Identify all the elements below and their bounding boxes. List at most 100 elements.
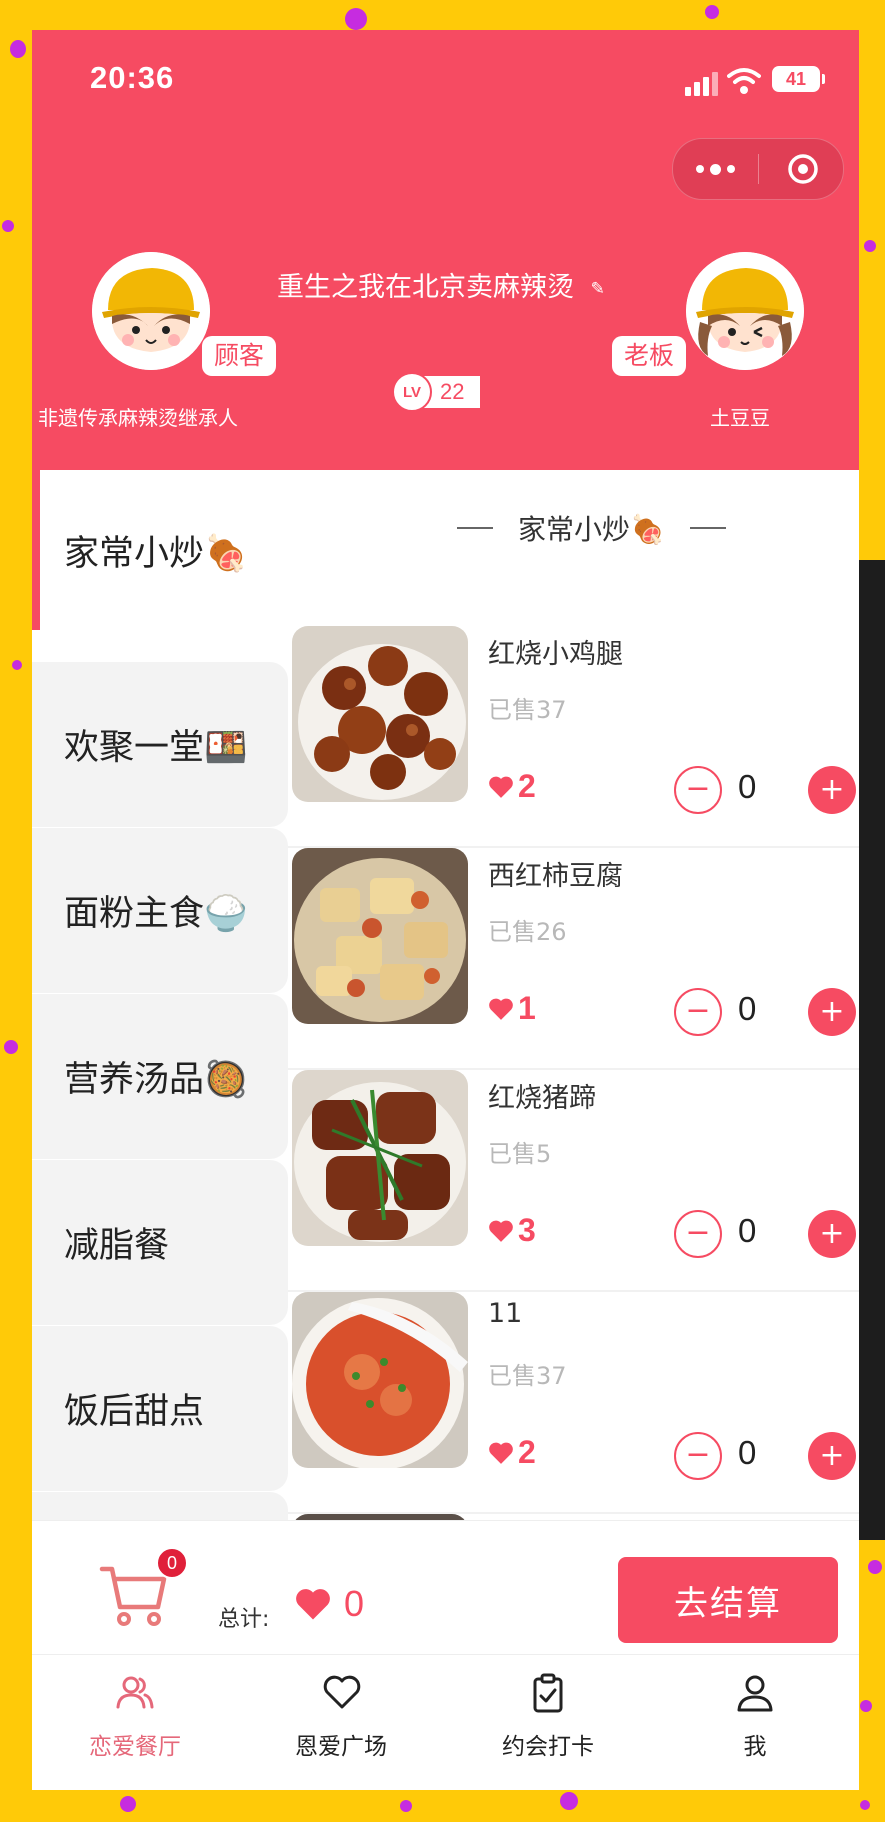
heart-icon	[296, 1589, 330, 1620]
user-icon	[737, 1675, 773, 1712]
checkout-button[interactable]: 去结算	[618, 1557, 838, 1643]
dish-like-count: 2	[518, 1434, 536, 1470]
dish-name: 西红柿豆腐	[488, 861, 623, 892]
edit-pencil-icon[interactable]: ✎	[591, 279, 605, 299]
dish-likes: 2	[488, 1434, 536, 1471]
capsule-divider	[758, 154, 759, 184]
category-item-home-cooking[interactable]: 家常小炒🍖	[32, 470, 288, 630]
bg-dot	[860, 1800, 870, 1810]
bg-dot	[868, 1560, 882, 1574]
section-divider-left	[457, 527, 493, 529]
battery-icon: 41	[772, 66, 825, 92]
miniprogram-capsule	[672, 138, 844, 200]
bg-dot	[705, 5, 719, 19]
bg-dot	[864, 240, 876, 252]
section-divider-right	[689, 527, 726, 529]
owner-role-badge: 老板	[612, 336, 687, 376]
dish-photo[interactable]	[292, 1292, 468, 1468]
dish-like-count: 1	[518, 990, 536, 1026]
users-icon	[116, 1676, 154, 1709]
close-miniprogram-icon[interactable]	[787, 153, 819, 185]
decrease-quantity-button[interactable]: −	[674, 988, 722, 1036]
shop-title-text: 重生之我在北京卖麻辣烫	[277, 272, 574, 303]
heart-icon	[489, 1220, 513, 1242]
dish-item: 红烧猪蹄 已售5 3 − 0 +	[288, 1070, 859, 1292]
decrease-quantity-button[interactable]: −	[674, 1210, 722, 1258]
dish-quantity: 0	[738, 1434, 757, 1471]
dish-sold-count: 已售37	[488, 1362, 567, 1390]
dish-likes: 2	[488, 768, 536, 805]
bg-dot	[345, 8, 367, 30]
category-item-diet-meal[interactable]: 减脂餐	[32, 1160, 288, 1325]
increase-quantity-button[interactable]: +	[808, 988, 856, 1036]
status-time: 20:36	[90, 60, 175, 95]
customer-avatar[interactable]	[92, 252, 210, 370]
decrease-quantity-button[interactable]: −	[674, 766, 722, 814]
bg-dot	[4, 1040, 18, 1054]
customer-role-badge: 顾客	[202, 336, 277, 376]
tab-label: 约会打卡	[502, 1734, 594, 1760]
wifi-icon	[727, 68, 761, 94]
owner-name: 土豆豆	[710, 406, 770, 430]
tab-label: 恋爱餐厅	[89, 1734, 181, 1760]
total-value: 0	[344, 1583, 365, 1624]
bg-dot	[2, 220, 14, 232]
dish-like-count: 3	[518, 1212, 536, 1248]
heart-icon	[489, 998, 513, 1020]
dish-name: 红烧小鸡腿	[488, 639, 623, 670]
dish-likes: 1	[488, 990, 536, 1027]
owner-avatar[interactable]	[686, 252, 804, 370]
dish-item: 11 已售37 2 − 0 +	[288, 1292, 859, 1514]
level-badge-icon: LV	[392, 372, 432, 412]
bg-dot	[12, 660, 22, 670]
tab-date-checkin[interactable]: 约会打卡	[445, 1655, 651, 1790]
bottom-tab-bar: 恋爱餐厅 恩爱广场 约会打卡 我	[32, 1654, 859, 1790]
dish-sold-count: 已售5	[488, 1140, 552, 1168]
dish-likes: 3	[488, 1212, 536, 1249]
category-item-gathering[interactable]: 欢聚一堂🍱	[32, 662, 288, 827]
dish-quantity: 0	[738, 768, 757, 805]
dish-item: 西红柿豆腐 已售26 1 − 0 +	[288, 848, 859, 1070]
dish-name: 红烧猪蹄	[488, 1083, 596, 1114]
bg-dot	[560, 1792, 578, 1810]
category-item-soup[interactable]: 营养汤品🥘	[32, 994, 288, 1159]
background-photo-edge	[859, 560, 885, 1540]
signal-icon	[685, 70, 719, 96]
total-label: 总计:	[218, 1607, 270, 1632]
tab-love-restaurant[interactable]: 恋爱餐厅	[32, 1655, 238, 1790]
dish-item: 红烧小鸡腿 已售37 2 − 0 +	[288, 626, 859, 848]
category-sidebar: 家常小炒🍖 欢聚一堂🍱 面粉主食🍚 营养汤品🥘 减脂餐 饭后甜点	[32, 470, 288, 1572]
section-title-text: 家常小炒🍖	[518, 513, 665, 546]
bg-dot	[10, 40, 26, 58]
bg-dot	[860, 1700, 872, 1712]
bg-dot	[120, 1796, 136, 1812]
dish-photo[interactable]	[292, 626, 468, 802]
more-options-icon[interactable]	[673, 139, 757, 199]
customer-name: 非遗传承麻辣烫继承人	[38, 406, 238, 430]
category-item-staple-food[interactable]: 面粉主食🍚	[32, 828, 288, 993]
dish-quantity: 0	[738, 1212, 757, 1249]
tab-love-square[interactable]: 恩爱广场	[238, 1655, 444, 1790]
dish-like-count: 2	[518, 768, 536, 804]
decrease-quantity-button[interactable]: −	[674, 1432, 722, 1480]
phone-screen: 20:36 41 顾客 非遗传承麻辣烫继承人 重生之我在北京卖麻辣烫 ✎ LV …	[32, 30, 859, 1790]
heart-icon	[323, 1675, 361, 1709]
dish-photo[interactable]	[292, 1070, 468, 1246]
cart-bar: 0 总计: 0 去结算	[32, 1520, 859, 1655]
dish-sold-count: 已售26	[488, 918, 567, 946]
tab-label: 我	[743, 1734, 767, 1760]
dish-photo[interactable]	[292, 848, 468, 1024]
tab-me[interactable]: 我	[652, 1655, 858, 1790]
increase-quantity-button[interactable]: +	[808, 1432, 856, 1480]
dish-sold-count: 已售37	[488, 696, 567, 724]
shop-title[interactable]: 重生之我在北京卖麻辣烫 ✎	[277, 265, 605, 304]
bg-dot	[400, 1800, 412, 1812]
dish-name: 11	[488, 1298, 523, 1329]
category-item-dessert[interactable]: 饭后甜点	[32, 1326, 288, 1491]
cart-count-badge: 0	[156, 1547, 188, 1579]
increase-quantity-button[interactable]: +	[808, 1210, 856, 1258]
heart-icon	[489, 776, 513, 798]
tab-label: 恩爱广场	[295, 1734, 387, 1760]
section-heading: 家常小炒🍖	[432, 508, 751, 548]
increase-quantity-button[interactable]: +	[808, 766, 856, 814]
